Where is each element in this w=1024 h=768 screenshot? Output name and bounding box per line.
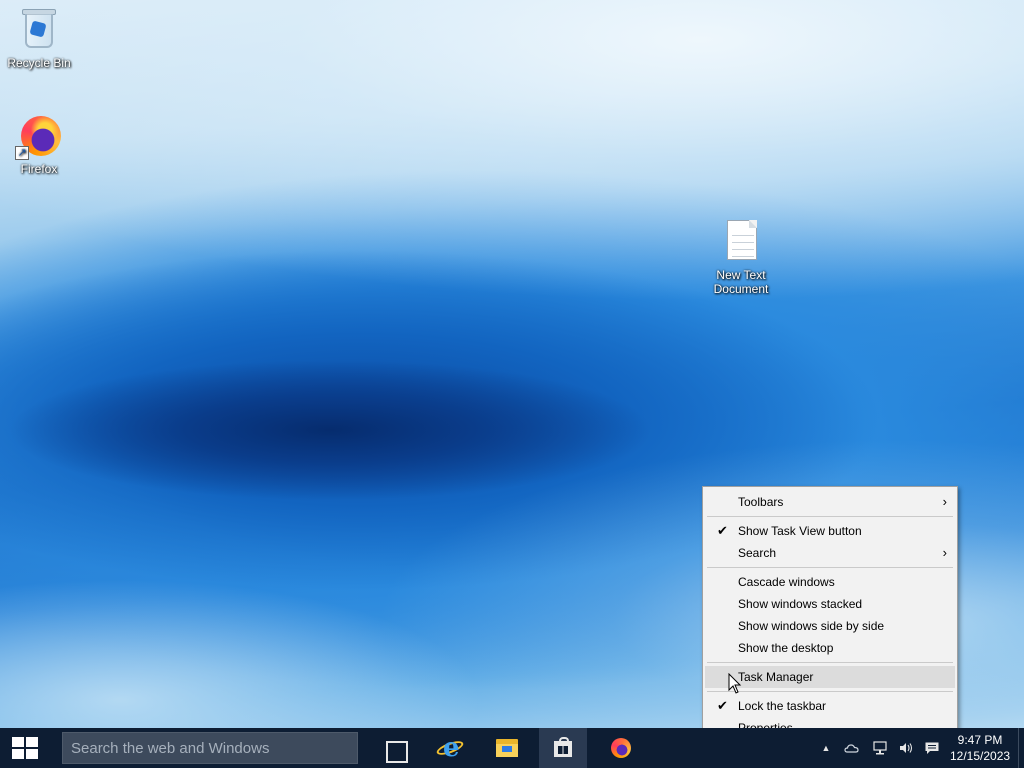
taskbar-app-firefox[interactable] bbox=[597, 728, 645, 768]
windows-logo-icon bbox=[12, 737, 38, 759]
menu-item-label: Task Manager bbox=[738, 670, 814, 684]
taskbar-app-store[interactable] bbox=[539, 728, 587, 768]
firefox-icon: ↗ bbox=[15, 112, 63, 160]
desktop-icon-label: Recycle Bin bbox=[7, 56, 71, 70]
submenu-arrow-icon: › bbox=[942, 494, 947, 509]
menu-item-label: Toolbars bbox=[738, 495, 784, 509]
menu-item-search[interactable]: Search › bbox=[705, 542, 955, 564]
taskbar-context-menu: Toolbars › ✔ Show Task View button Searc… bbox=[702, 486, 958, 744]
menu-item-show-windows-stacked[interactable]: Show windows stacked bbox=[705, 593, 955, 615]
task-view-icon bbox=[386, 741, 408, 763]
desktop-icon-firefox[interactable]: ↗ Firefox bbox=[1, 112, 77, 176]
onedrive-icon[interactable] bbox=[844, 740, 860, 756]
desktop-icon-recycle-bin[interactable]: Recycle Bin bbox=[1, 6, 77, 70]
network-icon[interactable] bbox=[872, 740, 888, 756]
menu-item-label: Show windows side by side bbox=[738, 619, 885, 633]
clock-date: 12/15/2023 bbox=[950, 749, 1011, 763]
firefox-icon bbox=[610, 737, 632, 759]
file-explorer-icon bbox=[496, 737, 518, 759]
taskbar-search-input[interactable]: Search the web and Windows bbox=[62, 732, 358, 764]
mouse-cursor-icon bbox=[728, 673, 742, 694]
checkmark-icon: ✔ bbox=[717, 523, 728, 538]
submenu-arrow-icon: › bbox=[942, 545, 947, 560]
taskbar-app-task-view[interactable] bbox=[372, 728, 420, 768]
checkmark-icon: ✔ bbox=[717, 698, 728, 713]
shortcut-arrow-icon: ↗ bbox=[15, 146, 29, 160]
taskbar-app-file-explorer[interactable] bbox=[483, 728, 531, 768]
menu-item-task-manager[interactable]: Task Manager bbox=[705, 666, 955, 688]
menu-item-cascade-windows[interactable]: Cascade windows bbox=[705, 571, 955, 593]
menu-item-lock-the-taskbar[interactable]: ✔ Lock the taskbar bbox=[705, 695, 955, 717]
volume-icon[interactable] bbox=[898, 740, 914, 756]
menu-item-label: Lock the taskbar bbox=[738, 699, 827, 713]
system-tray: ▲ bbox=[810, 728, 950, 768]
menu-item-label: Show the desktop bbox=[738, 641, 834, 655]
taskbar[interactable]: Search the web and Windows e ▲ 9:47 PM 1… bbox=[0, 728, 1024, 768]
text-document-icon bbox=[717, 218, 765, 266]
menu-item-show-windows-side-by-side[interactable]: Show windows side by side bbox=[705, 615, 955, 637]
desktop-icon-label: New Text Document bbox=[713, 268, 769, 296]
taskbar-clock[interactable]: 9:47 PM 12/15/2023 bbox=[950, 732, 1010, 764]
taskbar-app-internet-explorer[interactable]: e bbox=[426, 728, 474, 768]
menu-item-label: Show Task View button bbox=[738, 524, 862, 538]
menu-separator bbox=[707, 567, 953, 568]
desktop-icon-label: Firefox bbox=[20, 162, 58, 176]
menu-item-toolbars[interactable]: Toolbars › bbox=[705, 491, 955, 513]
tray-overflow-icon[interactable]: ▲ bbox=[818, 740, 834, 756]
start-button[interactable] bbox=[0, 728, 50, 768]
show-desktop-button[interactable] bbox=[1018, 728, 1024, 768]
clock-time: 9:47 PM bbox=[957, 733, 1003, 747]
menu-item-label: Cascade windows bbox=[738, 575, 835, 589]
menu-item-show-the-desktop[interactable]: Show the desktop bbox=[705, 637, 955, 659]
desktop-icon-new-text-document[interactable]: New Text Document bbox=[703, 218, 779, 296]
menu-item-show-task-view-button[interactable]: ✔ Show Task View button bbox=[705, 520, 955, 542]
menu-separator bbox=[707, 516, 953, 517]
recycle-bin-icon bbox=[15, 6, 63, 54]
menu-item-label: Show windows stacked bbox=[738, 597, 863, 611]
internet-explorer-icon: e bbox=[435, 735, 465, 761]
menu-item-label: Search bbox=[738, 546, 777, 560]
menu-separator bbox=[707, 662, 953, 663]
action-center-icon[interactable] bbox=[924, 740, 940, 756]
store-icon bbox=[552, 737, 574, 759]
menu-separator bbox=[707, 691, 953, 692]
